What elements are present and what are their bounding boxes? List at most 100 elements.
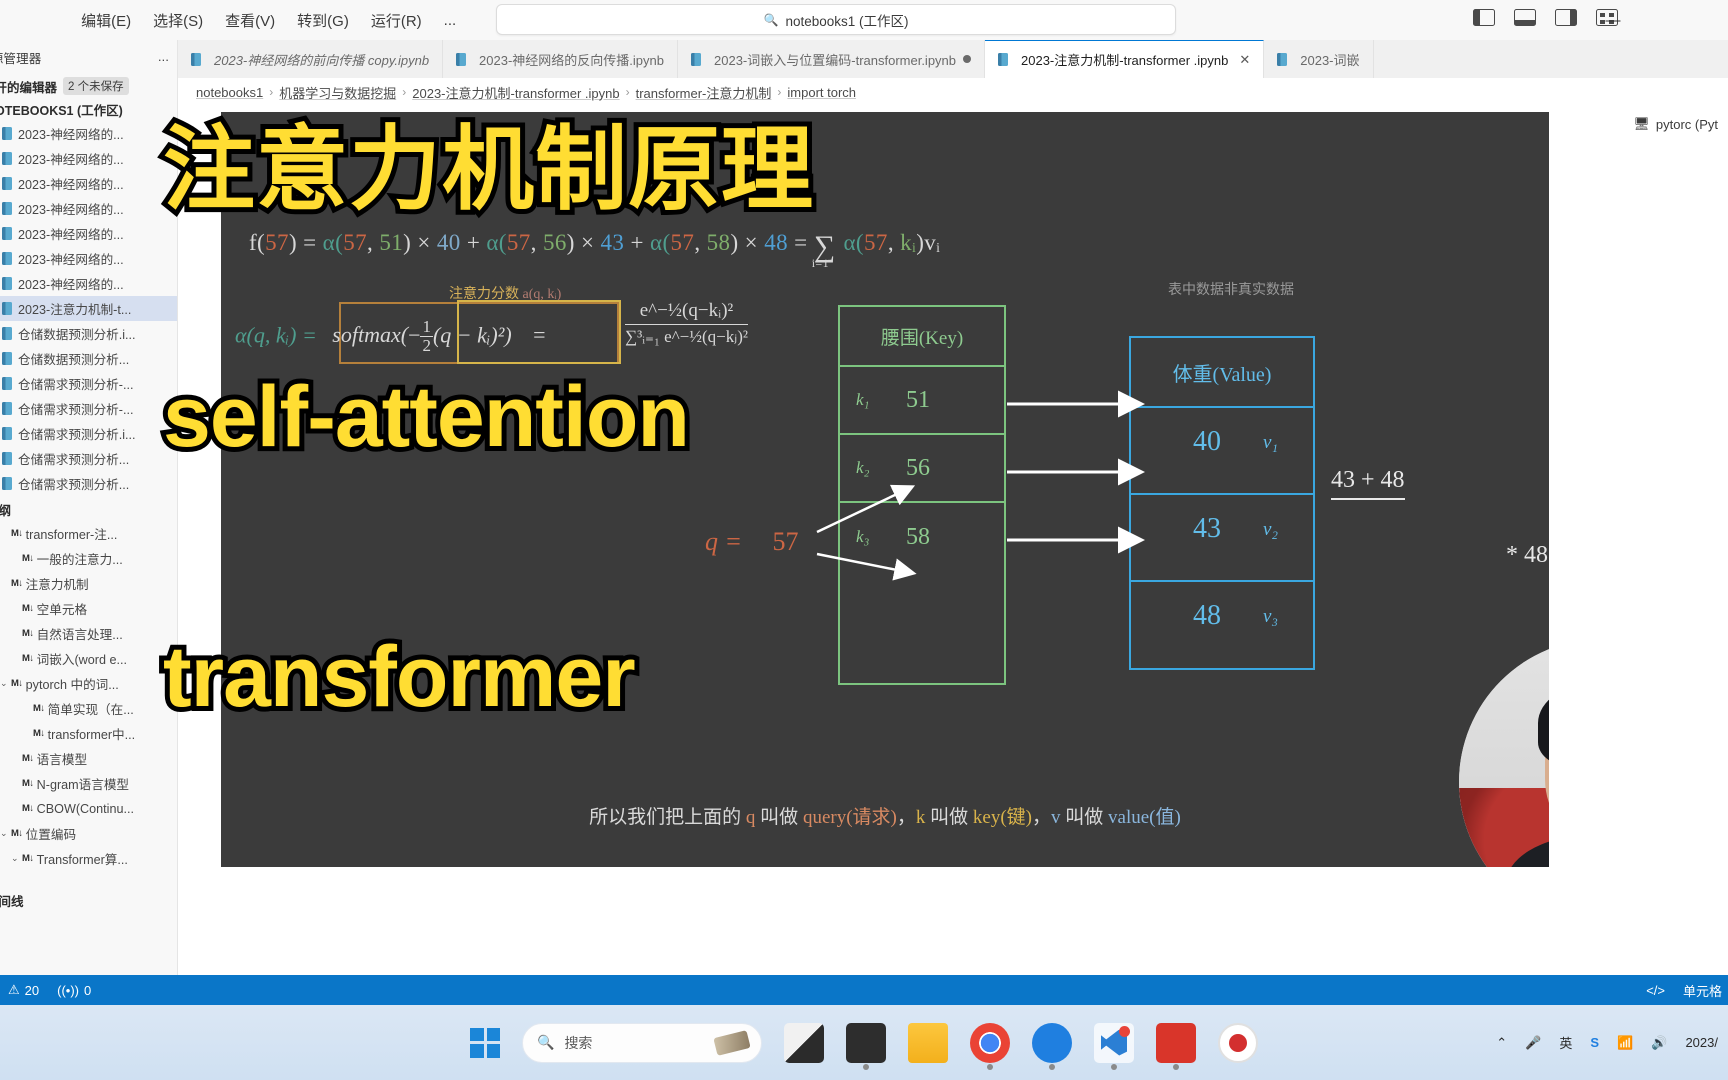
- outline-section-title[interactable]: 大纲: [0, 498, 177, 521]
- file-tree-item[interactable]: 2023-神经网络的...: [0, 121, 177, 146]
- wifi-icon[interactable]: 📶: [1617, 1035, 1633, 1051]
- t1-k: 51: [379, 230, 404, 255]
- editor-tab[interactable]: 2023-词嵌入与位置编码-transformer.ipynb: [678, 40, 986, 78]
- menu-item-goto[interactable]: 转到(G): [297, 10, 349, 31]
- outline-item[interactable]: M↓ N-gram语言模型: [0, 771, 177, 796]
- menu-item-view[interactable]: 查看(V): [225, 10, 275, 31]
- outline-item[interactable]: M↓ 空单元格: [0, 596, 177, 621]
- workspace-section-title[interactable]: NOTEBOOKS1 (工作区): [0, 98, 177, 121]
- outline-item[interactable]: M↓ 语言模型: [0, 746, 177, 771]
- editor-tab-label: 2023-词嵌: [1300, 52, 1360, 68]
- menu-item-select[interactable]: 选择(S): [153, 10, 203, 31]
- explorer-more-actions-icon[interactable]: ...: [158, 50, 169, 64]
- file-tree-item[interactable]: 2023-神经网络的...: [0, 221, 177, 246]
- notebook-file-icon: [2, 202, 12, 215]
- editor-tab-label: 2023-词嵌入与位置编码-transformer.ipynb: [714, 52, 957, 68]
- outline-item[interactable]: ⌄ M↓ 位置编码: [0, 821, 177, 846]
- taskbar-search-input[interactable]: 🔍 搜索: [522, 1022, 762, 1063]
- outline-item[interactable]: M↓ 简单实现（在...: [0, 696, 177, 721]
- outline-item[interactable]: M↓ 一般的注意力...: [0, 546, 177, 571]
- task-view-icon[interactable]: [784, 1022, 824, 1063]
- file-tree-item[interactable]: 2023-神经网络的...: [0, 146, 177, 171]
- outline-item[interactable]: ⌄ M↓ Transformer算...: [0, 846, 177, 871]
- outline-item[interactable]: M↓ transformer-注...: [0, 521, 177, 546]
- status-remote[interactable]: ((•)) 0: [57, 983, 91, 998]
- menu-item-more[interactable]: ...: [444, 12, 457, 29]
- command-center[interactable]: 🔍 notebooks1 (工作区): [496, 4, 1176, 35]
- editor-tab[interactable]: 2023-神经网络的前向传播 copy.ipynb: [178, 40, 444, 78]
- fraction-denominator: 2: [422, 335, 431, 355]
- outline-item[interactable]: M↓ CBOW(Continu...: [0, 796, 177, 821]
- cell-indicator[interactable]: 单元格: [1683, 981, 1722, 1000]
- editor-tab[interactable]: 2023-词嵌: [1264, 40, 1374, 78]
- microphone-icon[interactable]: 🎤: [1525, 1035, 1541, 1051]
- markdown-symbol-icon: M↓: [11, 678, 23, 689]
- toggle-panel-icon[interactable]: [1514, 9, 1536, 26]
- file-tree-item[interactable]: 仓储需求预测分析...: [0, 446, 177, 471]
- chevron-up-icon[interactable]: ⌃: [1496, 1035, 1507, 1051]
- t2-k: 56: [542, 230, 567, 255]
- angle-brackets-icon[interactable]: </>: [1646, 983, 1665, 998]
- outline-item[interactable]: M↓ transformer中...: [0, 721, 177, 746]
- kernel-picker[interactable]: 🖥 pytorc (Pyt: [1633, 116, 1718, 132]
- sentence-k: k: [915, 807, 926, 828]
- file-tree-item-label: 仓储需求预测分析-...: [18, 378, 134, 392]
- outline-item[interactable]: M↓ 词嵌入(word e...: [0, 646, 177, 671]
- terminal-icon[interactable]: [846, 1022, 886, 1070]
- file-tree-item[interactable]: 仓储需求预测分析-...: [0, 371, 177, 396]
- file-tree-item-label: 仓储需求预测分析.i...: [18, 428, 136, 442]
- radio-tower-icon: ((•)): [57, 982, 79, 998]
- record-icon[interactable]: [1218, 1022, 1258, 1063]
- chrome-icon[interactable]: [970, 1022, 1010, 1070]
- file-tree-item[interactable]: 仓储需求预测分析...: [0, 471, 177, 496]
- chevron-down-icon[interactable]: ⌄: [11, 853, 22, 864]
- outline-item-label: transformer中...: [47, 728, 136, 742]
- timeline-section-title[interactable]: 时间线: [0, 889, 177, 912]
- editor-tab[interactable]: 2023-神经网络的反向传播.ipynb: [443, 40, 678, 78]
- file-tree-item[interactable]: 2023-神经网络的...: [0, 196, 177, 221]
- file-tree-item[interactable]: 2023-注意力机制-t...: [0, 296, 177, 321]
- notebook-file-icon: [2, 327, 12, 340]
- toggle-primary-sidebar-icon[interactable]: [1473, 9, 1495, 26]
- toggle-secondary-sidebar-icon[interactable]: [1555, 9, 1577, 26]
- file-tree-item[interactable]: 2023-神经网络的...: [0, 271, 177, 296]
- t1-comma: ,: [367, 230, 380, 255]
- file-tree-item[interactable]: 仓储需求预测分析.i...: [0, 421, 177, 446]
- file-tree-item[interactable]: 仓储数据预测分析.i...: [0, 321, 177, 346]
- file-tree-item[interactable]: 2023-神经网络的...: [0, 246, 177, 271]
- outline-item[interactable]: M↓ 自然语言处理...: [0, 621, 177, 646]
- windows-start-icon[interactable]: [470, 1027, 500, 1058]
- unsaved-count-badge: 2 个未保存: [63, 77, 129, 95]
- wps-icon[interactable]: [1156, 1022, 1196, 1070]
- file-tree-item[interactable]: 仓储数据预测分析...: [0, 346, 177, 371]
- status-problems[interactable]: ⚠ 20: [8, 982, 39, 998]
- file-explorer-icon[interactable]: [908, 1022, 948, 1063]
- chevron-down-icon[interactable]: ⌄: [0, 678, 11, 689]
- file-tree-item[interactable]: 仓储需求预测分析-...: [0, 396, 177, 421]
- edge-dev-icon[interactable]: [1032, 1022, 1072, 1070]
- file-tree-item[interactable]: 2023-神经网络的...: [0, 171, 177, 196]
- value-number-2: 43: [1193, 513, 1221, 544]
- sogou-icon[interactable]: S: [1590, 1035, 1599, 1050]
- chevron-down-icon[interactable]: ⌄: [0, 828, 11, 839]
- markdown-symbol-icon: M↓: [33, 703, 45, 714]
- vscode-icon[interactable]: [1094, 1022, 1134, 1070]
- ime-icon[interactable]: 英: [1559, 1033, 1572, 1052]
- notebook-file-icon: [2, 477, 12, 490]
- outline-item[interactable]: ⌄ M↓ pytorch 中的词...: [0, 671, 177, 696]
- open-editors-section[interactable]: 打开的编辑器 2 个未保存: [0, 74, 177, 98]
- status-bar: ⚠ 20 ((•)) 0 </> 单元格: [0, 975, 1728, 1005]
- unsaved-dot-icon[interactable]: [963, 55, 972, 63]
- outline-item[interactable]: M↓ 注意力机制: [0, 571, 177, 596]
- clock-date[interactable]: 2023/: [1685, 1035, 1718, 1050]
- markdown-symbol-icon: M↓: [11, 578, 23, 589]
- menu-item-edit[interactable]: 编辑(E): [81, 10, 131, 31]
- menu-item-run[interactable]: 运行(R): [371, 10, 422, 31]
- outline-item-label: 一般的注意力...: [36, 553, 123, 567]
- volume-icon[interactable]: 🔊: [1651, 1035, 1667, 1051]
- close-icon[interactable]: ✕: [1239, 52, 1250, 68]
- tail-alpha: α(: [843, 230, 864, 255]
- tail-v: vᵢ: [924, 230, 941, 255]
- window-minimize-button[interactable]: —: [1590, 0, 1636, 40]
- editor-tab[interactable]: 2023-注意力机制-transformer .ipynb ✕: [985, 40, 1265, 78]
